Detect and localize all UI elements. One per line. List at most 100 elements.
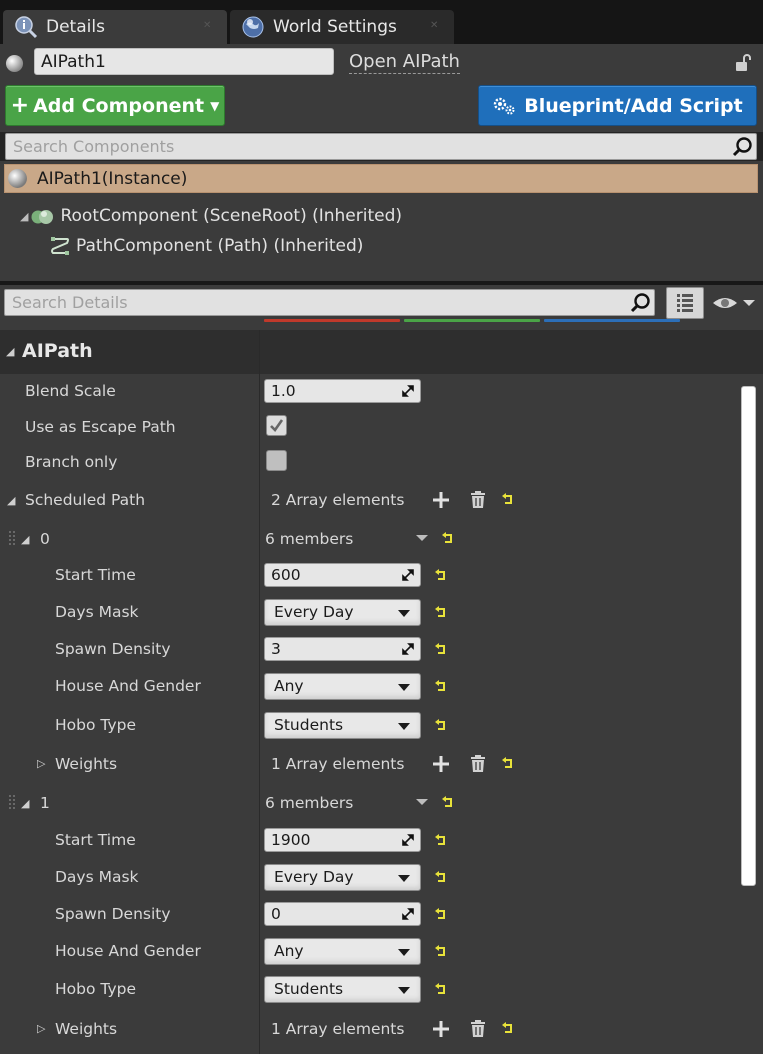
actor-sphere-icon xyxy=(5,54,24,73)
expand-triangle-icon[interactable]: ◢ xyxy=(7,494,15,507)
house-gender-value: Any xyxy=(274,677,304,695)
chevron-down-icon xyxy=(398,684,410,691)
tab-details[interactable]: Details ✕ xyxy=(3,10,227,44)
chevron-down-icon xyxy=(398,723,410,730)
color-strip xyxy=(404,319,540,322)
reset-to-default-icon[interactable] xyxy=(434,908,448,922)
tree-item-root-component[interactable]: ◢ RootComponent (SceneRoot) (Inherited) xyxy=(20,203,402,229)
house-gender-value: Any xyxy=(274,942,304,960)
close-icon[interactable]: ✕ xyxy=(430,21,440,31)
array-count: 2 Array elements xyxy=(271,491,405,509)
reset-to-default-icon[interactable] xyxy=(434,719,448,733)
reset-to-default-icon[interactable] xyxy=(434,871,448,885)
close-icon[interactable]: ✕ xyxy=(203,21,213,31)
expand-triangle-icon[interactable]: ◢ xyxy=(21,533,29,546)
days-mask-select[interactable]: Every Day xyxy=(264,599,421,626)
expand-triangle-icon[interactable]: ◢ xyxy=(20,210,28,223)
path-component-label: PathComponent (Path) (Inherited) xyxy=(76,236,364,256)
add-component-button[interactable]: + Add Component ▼ xyxy=(5,85,225,126)
expand-triangle-icon[interactable]: ▷ xyxy=(37,1022,45,1035)
details-header xyxy=(0,285,763,330)
add-element-icon[interactable] xyxy=(432,755,450,773)
scrollbar[interactable] xyxy=(741,386,756,886)
reset-to-default-icon[interactable] xyxy=(434,680,448,694)
instance-row[interactable]: AIPath1(Instance) xyxy=(4,164,758,193)
prop-label: Use as Escape Path xyxy=(25,418,176,436)
branch-only-checkbox[interactable] xyxy=(266,450,287,471)
chevron-down-icon xyxy=(398,875,410,882)
eye-icon[interactable] xyxy=(711,293,761,313)
search-icon xyxy=(732,137,752,157)
prop-label: Days Mask xyxy=(55,868,139,886)
prop-blend-scale: Blend Scale 1.0 xyxy=(0,374,740,410)
expand-triangle-icon[interactable]: ▷ xyxy=(37,757,45,770)
house-gender-select[interactable]: Any xyxy=(264,938,421,965)
category-aipath[interactable]: ◢ AIPath xyxy=(0,330,763,374)
reset-to-default-icon[interactable] xyxy=(434,606,448,620)
drag-grip-icon[interactable] xyxy=(8,794,16,812)
start-time-input[interactable]: 600 xyxy=(264,563,421,587)
property-grid: ◢ AIPath Blend Scale 1.0 Use as Escape P… xyxy=(0,330,763,1054)
escape-path-checkbox[interactable] xyxy=(266,415,287,436)
prop-label: Weights xyxy=(55,1020,118,1038)
plus-icon: + xyxy=(10,93,30,118)
reset-to-default-icon[interactable] xyxy=(434,945,448,959)
prop-label: Weights xyxy=(55,755,118,773)
add-element-icon[interactable] xyxy=(432,1020,450,1038)
blend-scale-input[interactable]: 1.0 xyxy=(264,379,421,403)
scene-root-icon xyxy=(31,210,54,224)
array-element-1[interactable]: ◢ 1 6 members xyxy=(0,786,740,822)
start-time-input[interactable]: 1900 xyxy=(264,828,421,852)
lock-icon[interactable] xyxy=(733,53,753,73)
expand-triangle-icon[interactable]: ◢ xyxy=(6,345,14,358)
hobo-type-select[interactable]: Students xyxy=(264,712,421,739)
trash-icon[interactable] xyxy=(469,1020,487,1038)
hobo-type-select[interactable]: Students xyxy=(264,976,421,1003)
prop-spawn-density: Spawn Density 3 xyxy=(0,632,740,668)
reset-to-default-icon[interactable] xyxy=(434,643,448,657)
tree-item-path-component[interactable]: PathComponent (Path) (Inherited) xyxy=(49,233,363,259)
trash-icon[interactable] xyxy=(469,755,487,773)
expand-triangle-icon[interactable]: ◢ xyxy=(21,797,29,810)
tab-world-settings[interactable]: World Settings ✕ xyxy=(230,10,454,44)
search-components-box xyxy=(5,133,757,160)
prop-label: Hobo Type xyxy=(55,980,136,998)
actor-name-field[interactable]: AIPath1 xyxy=(34,48,334,75)
spawn-density-input[interactable]: 0 xyxy=(264,902,421,926)
prop-use-as-escape-path: Use as Escape Path xyxy=(0,410,740,446)
array-element-0[interactable]: ◢ 0 6 members xyxy=(0,522,740,558)
reset-to-default-icon[interactable] xyxy=(441,532,455,546)
array-count: 1 Array elements xyxy=(271,755,405,773)
search-details-input[interactable] xyxy=(5,290,590,315)
drag-arrows-icon xyxy=(402,908,414,920)
chevron-down-icon xyxy=(398,610,410,617)
days-mask-value: Every Day xyxy=(274,603,354,621)
house-gender-select[interactable]: Any xyxy=(264,673,421,700)
prop-label: Spawn Density xyxy=(55,905,171,923)
reset-to-default-icon[interactable] xyxy=(501,757,515,771)
chevron-down-icon[interactable] xyxy=(416,535,428,541)
reset-to-default-icon[interactable] xyxy=(501,493,515,507)
open-aipath-link[interactable]: Open AIPath xyxy=(349,51,460,74)
search-components-input[interactable] xyxy=(6,134,681,159)
chevron-down-icon[interactable] xyxy=(416,799,428,805)
spawn-density-input[interactable]: 3 xyxy=(264,637,421,661)
prop-hobo-type: Hobo Type Students xyxy=(0,972,740,1008)
trash-icon[interactable] xyxy=(469,491,487,509)
reset-to-default-icon[interactable] xyxy=(434,983,448,997)
reset-to-default-icon[interactable] xyxy=(441,796,455,810)
spawn-density-value: 0 xyxy=(271,905,281,923)
drag-grip-icon[interactable] xyxy=(8,530,16,548)
reset-to-default-icon[interactable] xyxy=(501,1022,515,1036)
days-mask-select[interactable]: Every Day xyxy=(264,864,421,891)
reset-to-default-icon[interactable] xyxy=(434,569,448,583)
add-element-icon[interactable] xyxy=(432,491,450,509)
category-label: AIPath xyxy=(22,340,93,362)
property-matrix-button[interactable] xyxy=(666,287,704,319)
blueprint-add-script-button[interactable]: Blueprint/Add Script xyxy=(478,85,757,126)
element-index: 1 xyxy=(40,794,50,812)
prop-label: Hobo Type xyxy=(55,716,136,734)
reset-to-default-icon[interactable] xyxy=(434,834,448,848)
toolbar: + Add Component ▼ Blueprint/Add Script xyxy=(0,82,763,132)
prop-spawn-density: Spawn Density 0 xyxy=(0,897,740,933)
